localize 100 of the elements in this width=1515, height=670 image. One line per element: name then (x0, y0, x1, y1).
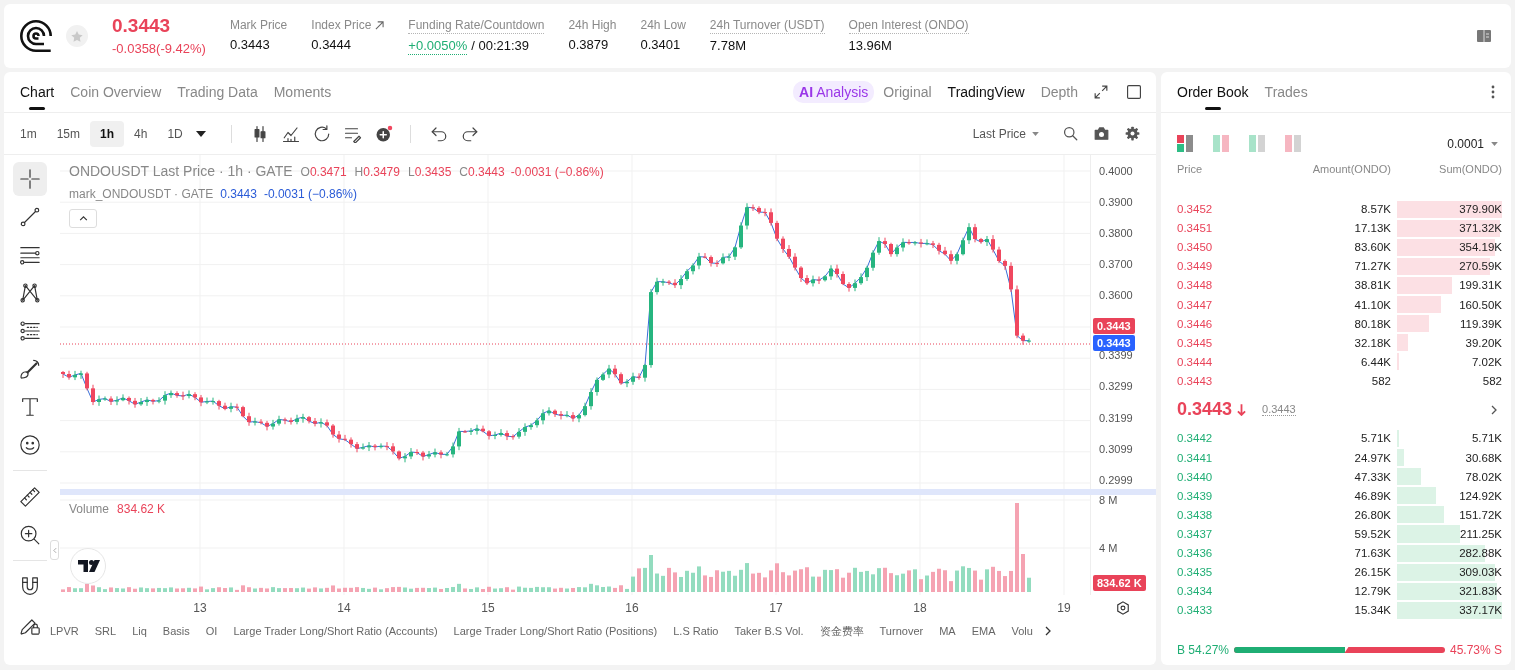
indicator-toggle[interactable]: L.S Ratio (673, 625, 719, 637)
settings-icon[interactable] (1125, 126, 1140, 141)
indicator-toggle[interactable]: Basis (162, 625, 190, 637)
price-change: -0.0358(-9.42%) (112, 41, 206, 57)
bid-amount: 47.33K (1354, 470, 1392, 483)
circular-arrow-icon[interactable] (313, 124, 332, 143)
interval-button[interactable]: 15m (46, 120, 90, 147)
horizontal-lines-icon[interactable] (19, 244, 41, 266)
stat-label: Mark Price (229, 17, 288, 33)
ask-amount: 80.18K (1354, 317, 1392, 330)
view-tab[interactable]: Depth (1040, 84, 1078, 100)
order-book-tab[interactable]: Trades (1264, 72, 1308, 112)
zoom-in-icon[interactable] (19, 524, 41, 546)
settings-icon[interactable] (1116, 600, 1130, 615)
ask-amount: 8.57K (1360, 203, 1392, 216)
sell-ratio: 45.73% S (1449, 642, 1502, 657)
logo-icon[interactable] (20, 20, 52, 52)
chevron-right-icon[interactable] (1491, 404, 1497, 415)
arrow-up-right-icon[interactable] (375, 20, 385, 30)
order-book-tab[interactable]: Order Book (1177, 72, 1249, 112)
indicator-toggle[interactable]: Large Trader Long/Short Ratio (Accounts) (233, 625, 438, 637)
interval-button[interactable]: 1m (10, 120, 47, 147)
stat-label: Index Price (311, 17, 372, 33)
search-icon[interactable] (1063, 126, 1078, 141)
ai-analysis-button[interactable]: AI Analysis (793, 81, 875, 103)
chart-tab[interactable]: Coin Overview (70, 72, 162, 112)
ask-sum: 7.02K (1471, 355, 1502, 368)
brush-icon[interactable] (19, 358, 41, 380)
bid-amount: 59.52K (1354, 527, 1392, 540)
dotted-lines-icon[interactable] (19, 320, 41, 342)
indicator-toggle[interactable]: LPVR (50, 625, 79, 637)
caret-down-icon[interactable] (195, 130, 206, 137)
time-label: 18 (912, 600, 928, 615)
stat-value: 13.96M (848, 37, 892, 54)
price-source-select[interactable]: Last Price (972, 126, 1039, 141)
price-label: 0.3199 (1099, 411, 1133, 425)
price-label: 0.3900 (1099, 195, 1133, 209)
bid-price: 0.3436 (1177, 547, 1213, 560)
funding-countdown: / 00:21:39 (471, 37, 530, 55)
ask-amount: 6.44K (1360, 355, 1392, 368)
interval-button[interactable]: 1h (90, 120, 125, 147)
ask-amount: 32.18K (1354, 336, 1392, 349)
expand-icon[interactable] (1094, 85, 1108, 99)
chart-tab[interactable]: Chart (20, 72, 55, 112)
price-label: 0.3299 (1099, 380, 1133, 394)
chevron-right-icon[interactable] (1044, 626, 1051, 636)
indicator-toggle[interactable]: Liq (132, 625, 147, 637)
camera-icon[interactable] (1094, 126, 1109, 141)
node-pattern-icon[interactable] (19, 282, 41, 304)
indicator-toggle[interactable]: Turnover (879, 625, 924, 637)
price-label: 0.3800 (1099, 226, 1133, 240)
mark-symbol: mark_ONDOUSDT · GATE (69, 186, 214, 201)
bid-amount: 5.71K (1360, 432, 1392, 445)
interval-button[interactable]: 4h (124, 120, 158, 147)
indicator-toggle[interactable]: 资金费率 (819, 623, 864, 639)
chart-logo-icon[interactable] (70, 548, 106, 584)
indicator-toggle[interactable]: Volu (1011, 625, 1033, 637)
ohlc-value: L0.3435 (407, 165, 452, 179)
indicator-toggle[interactable]: SRL (94, 625, 117, 637)
stat-value: 7.78M (709, 37, 746, 54)
bid-amount: 24.97K (1354, 451, 1392, 464)
bid-amount: 26.80K (1354, 508, 1392, 521)
price-label: 0.2999 (1099, 474, 1133, 487)
plus-circle-icon[interactable] (375, 124, 394, 143)
chart-tab[interactable]: Trading Data (177, 72, 258, 112)
view-tab[interactable]: Original (883, 84, 932, 100)
smiley-icon[interactable] (19, 434, 41, 456)
indicator-toggle[interactable]: Large Trader Long/Short Ratio (Positions) (453, 625, 658, 637)
ask-price: 0.3443 (1177, 374, 1213, 387)
text-tool-icon[interactable] (19, 396, 41, 418)
ask-price: 0.3446 (1177, 317, 1213, 330)
crosshair-icon[interactable] (13, 162, 47, 196)
more-icon[interactable] (1491, 85, 1495, 99)
precision-select[interactable]: 0.0001 (1447, 136, 1498, 151)
ask-price: 0.3445 (1177, 336, 1213, 349)
chart-tab[interactable]: Moments (273, 72, 332, 112)
trend-line-icon[interactable] (19, 206, 41, 228)
column-header: Amount(ONDO) (1312, 162, 1392, 176)
stat-value: 0.3444 (311, 36, 352, 53)
ask-price: 0.3449 (1177, 260, 1213, 273)
price-label: 0.3700 (1099, 258, 1133, 272)
ruler-icon[interactable] (19, 486, 41, 508)
collapse-handle[interactable] (50, 540, 59, 560)
view-tab[interactable]: TradingView (947, 84, 1025, 100)
indicator-toggle[interactable]: EMA (971, 625, 996, 637)
bid-sum: 151.72K (1459, 508, 1502, 521)
magnet-icon[interactable] (19, 576, 41, 598)
collapse-legend-button[interactable] (69, 209, 97, 228)
bid-price: 0.3442 (1177, 432, 1213, 445)
price-label: 0.3099 (1099, 442, 1133, 456)
indicator-toggle[interactable]: MA (939, 625, 956, 637)
mark-price-tag: 0.3443 (1093, 335, 1135, 351)
ask-price: 0.3452 (1177, 203, 1213, 216)
window-icon[interactable] (1127, 85, 1141, 99)
ask-price: 0.3447 (1177, 298, 1213, 311)
interval-button[interactable]: 1D (157, 120, 193, 147)
indicator-toggle[interactable]: OI (205, 625, 218, 637)
indicator-toggle[interactable]: Taker B.S Vol. (734, 625, 804, 637)
book-layout-icon[interactable] (1177, 135, 1193, 152)
mid-price: 0.3443 (1177, 399, 1233, 421)
